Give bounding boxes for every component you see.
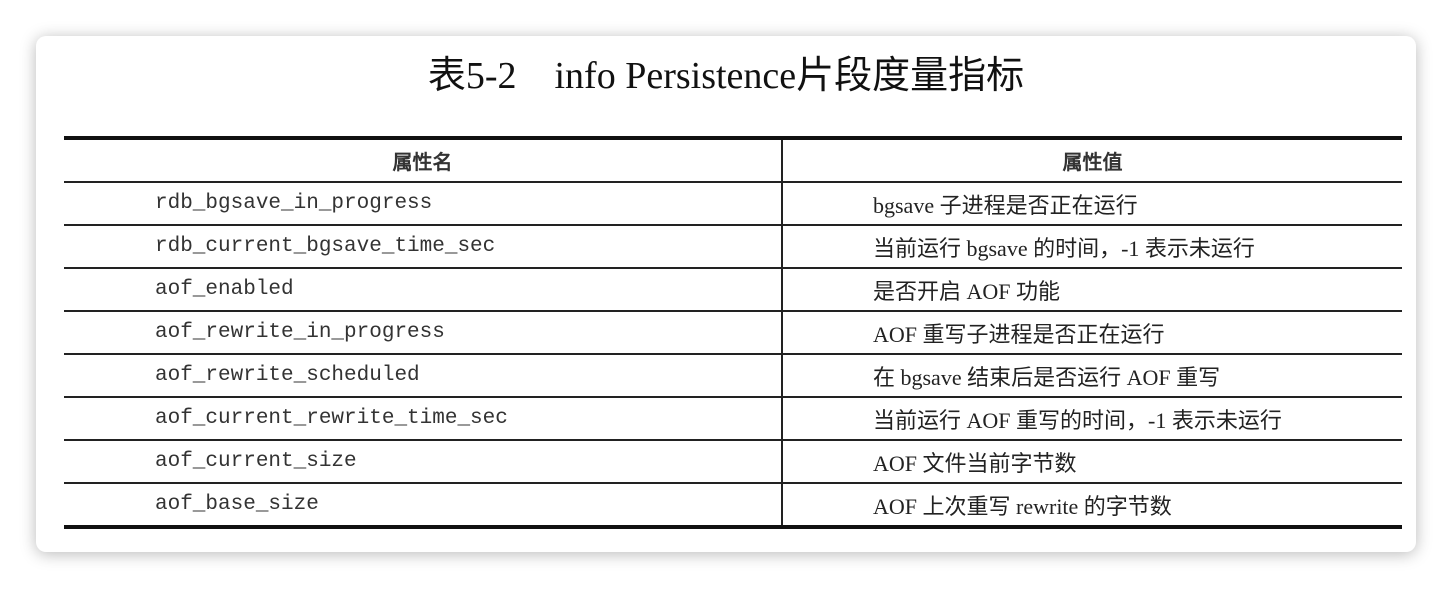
- attribute-value-cell: 是否开启 AOF 功能: [782, 268, 1402, 312]
- attribute-value-cell: 当前运行 AOF 重写的时间，-1 表示未运行: [782, 397, 1402, 441]
- table-row: aof_current_rewrite_time_sec 当前运行 AOF 重写的…: [64, 397, 1402, 441]
- table-row: rdb_bgsave_in_progress bgsave 子进程是否正在运行: [64, 182, 1402, 226]
- attribute-value-cell: AOF 上次重写 rewrite 的字节数: [873, 493, 1172, 519]
- attribute-value-cell: 当前运行 bgsave 的时间，-1 表示未运行: [782, 225, 1402, 269]
- attribute-value-cell: AOF 文件当前字节数: [782, 440, 1402, 484]
- table-row: rdb_current_bgsave_time_sec 当前运行 bgsave 的…: [64, 225, 1402, 269]
- table-row: aof_enabled 是否开启 AOF 功能: [64, 268, 1402, 312]
- table-row: aof_current_size AOF 文件当前字节数: [64, 440, 1402, 484]
- attribute-name-cell: aof_rewrite_in_progress: [64, 311, 783, 355]
- attribute-name-cell: rdb_bgsave_in_progress: [64, 182, 783, 226]
- table-row: aof_base_size AOF 上次重写 rewrite 的字节数: [64, 483, 1402, 527]
- table-row: aof_rewrite_in_progress AOF 重写子进程是否正在运行: [64, 311, 1402, 355]
- table-header-row: 属性名 属性值: [64, 138, 1402, 183]
- table-row: aof_rewrite_scheduled 在 bgsave 结束后是否运行 AO…: [64, 354, 1402, 398]
- attribute-name-cell: aof_current_rewrite_time_sec: [64, 397, 783, 441]
- attribute-value-cell: 在 bgsave 结束后是否运行 AOF 重写: [782, 354, 1402, 398]
- attribute-name-cell: aof_rewrite_scheduled: [64, 354, 783, 398]
- attribute-name-cell: aof_current_size: [64, 440, 783, 484]
- persistence-metrics-table: 属性名 属性值 rdb_bgsave_in_progress bgsave 子进程…: [64, 136, 1402, 529]
- attribute-value-cell: AOF 重写子进程是否正在运行: [782, 311, 1402, 355]
- attribute-name-cell: aof_base_size: [64, 483, 783, 527]
- table-title: 表5-2 info Persistence片段度量指标: [427, 55, 1025, 97]
- header-attribute-value: 属性值: [782, 138, 1402, 183]
- attribute-value-cell: bgsave 子进程是否正在运行: [782, 182, 1402, 226]
- attribute-name-cell: rdb_current_bgsave_time_sec: [64, 225, 783, 269]
- attribute-name-cell: aof_enabled: [64, 268, 783, 312]
- header-attribute-name: 属性名: [64, 138, 783, 183]
